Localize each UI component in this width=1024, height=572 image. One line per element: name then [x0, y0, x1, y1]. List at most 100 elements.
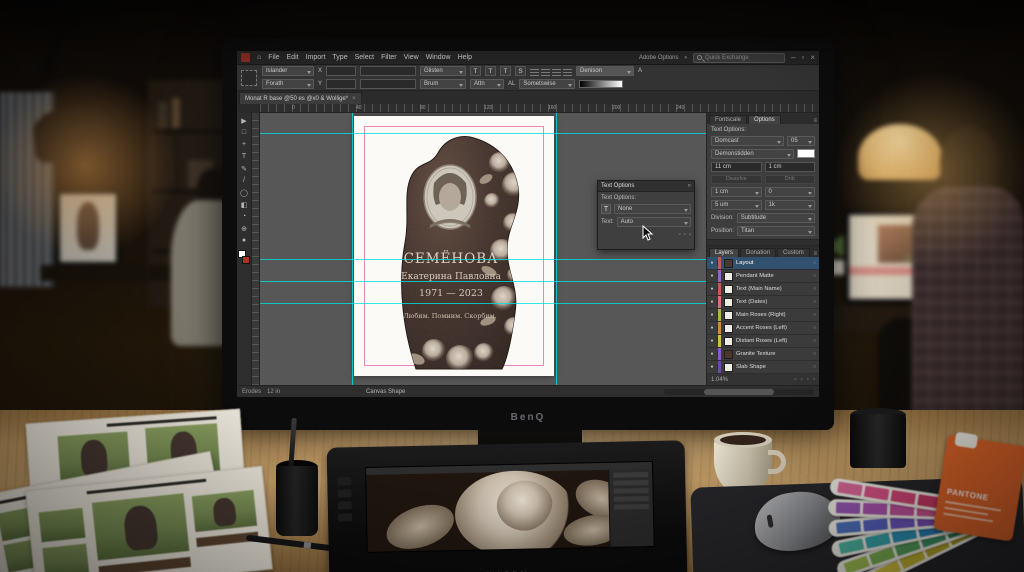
tab-donation[interactable]: Donation [740, 248, 776, 257]
lock-icon[interactable]: ○ [813, 351, 819, 357]
menu-type[interactable]: Type [332, 54, 347, 61]
y-field[interactable] [326, 79, 356, 89]
align-buttons[interactable] [530, 67, 572, 76]
lock-icon[interactable]: ○ [813, 325, 819, 331]
eye-icon[interactable]: ● [707, 286, 718, 292]
layer-thumbnail[interactable] [724, 363, 733, 372]
eye-icon[interactable]: ● [707, 273, 718, 279]
eye-icon[interactable]: ● [707, 351, 718, 357]
workspace-switcher[interactable]: Adobe Options [639, 55, 679, 61]
lock-icon[interactable]: ○ [813, 312, 819, 318]
zoom-tool[interactable]: ⊕ [238, 223, 250, 234]
layer-name[interactable]: Accent Roses (Left) [736, 325, 813, 331]
layer-thumbnail[interactable] [724, 272, 733, 281]
height-field[interactable] [360, 79, 416, 89]
brush-select[interactable]: Forath [262, 79, 314, 89]
tool-preset-icon[interactable] [241, 70, 257, 86]
search-input[interactable]: Quick Exchange [693, 53, 785, 63]
layer-row[interactable]: ● Pendant Matte ○ [707, 270, 819, 283]
dissolve-button[interactable]: Dissolve [711, 175, 762, 184]
layer-thumbnail[interactable] [724, 350, 733, 359]
link-layers-icon[interactable]: ▫ [794, 377, 796, 383]
eye-icon[interactable]: ● [707, 364, 718, 370]
layer-row[interactable]: ● Slab Shape ○ [707, 361, 819, 374]
footer-icon[interactable]: ▫ [689, 232, 691, 238]
x-field[interactable] [326, 66, 356, 76]
new-layer-icon[interactable]: ▫ [807, 377, 809, 383]
guide-vertical[interactable] [556, 113, 557, 385]
layer-thumbnail[interactable] [724, 337, 733, 346]
layer-thumbnail[interactable] [724, 311, 733, 320]
express-keys[interactable] [335, 473, 354, 537]
align-justify-icon[interactable] [563, 67, 572, 76]
layer-name[interactable]: Distant Roses (Left) [736, 338, 813, 344]
lock-icon[interactable]: ○ [813, 260, 819, 266]
text-style-button-2[interactable]: T [485, 66, 496, 76]
guide-horizontal[interactable] [260, 133, 706, 134]
eye-icon[interactable]: ● [707, 312, 718, 318]
menu-select[interactable]: Select [355, 54, 374, 61]
lock-icon[interactable]: ○ [813, 299, 819, 305]
lock-icon[interactable]: ○ [813, 286, 819, 292]
footer-icon[interactable]: ▫ [684, 232, 686, 238]
text-style-button-1[interactable]: T [470, 66, 481, 76]
maximize-button[interactable]: ▫ [801, 54, 804, 62]
menu-window[interactable]: Window [426, 54, 451, 61]
line-tool[interactable]: / [238, 175, 250, 186]
vertical-ruler[interactable] [252, 113, 260, 385]
horizontal-scrollbar[interactable] [664, 389, 814, 395]
leading-field[interactable]: 1 cm [765, 162, 816, 172]
font-family-select[interactable]: Domcast [711, 136, 784, 146]
marquee-tool[interactable]: □ [238, 127, 250, 138]
guide-horizontal[interactable] [260, 259, 706, 260]
align-right-icon[interactable] [552, 67, 561, 76]
drib-button[interactable]: Drib [765, 175, 816, 184]
kerning-field[interactable]: 0 [765, 187, 816, 197]
eye-icon[interactable]: ● [707, 325, 718, 331]
document-tab[interactable]: Monat R base @50 es @x0 & Wollige* × [239, 92, 362, 104]
zoom-level[interactable]: 12 in [267, 389, 280, 395]
font-variant-select[interactable]: Demonstidden [711, 149, 794, 159]
width-field[interactable] [360, 66, 416, 76]
eye-icon[interactable]: ● [707, 260, 718, 266]
ellipse-tool[interactable]: ◯ [238, 187, 250, 198]
tracking-field[interactable]: 1 cm [711, 187, 762, 197]
layer-row[interactable]: ● Layout ○ [707, 257, 819, 270]
baseline-field[interactable]: 1k [765, 200, 816, 210]
menu-help[interactable]: Help [458, 54, 472, 61]
home-icon[interactable]: ⌂ [257, 54, 261, 61]
tab-custom[interactable]: Custom [777, 248, 810, 257]
font-style-select[interactable]: 05 [787, 136, 815, 146]
text-color-swatch[interactable] [797, 149, 815, 158]
float-panel-titlebar[interactable]: Text Options » [598, 181, 694, 192]
guide-horizontal[interactable] [260, 281, 706, 282]
close-button[interactable]: × [810, 54, 815, 62]
layer-thumbnail[interactable] [724, 259, 733, 268]
scale-field[interactable]: 5 um [711, 200, 762, 210]
text-style-button-4[interactable]: S [515, 66, 526, 76]
stroke-color-swatch[interactable] [242, 256, 250, 264]
tab-options[interactable]: Options [748, 115, 781, 124]
layer-name[interactable]: Text (Main Name) [736, 286, 813, 292]
font-select[interactable]: Denison [576, 66, 634, 76]
layer-row[interactable]: ● Main Roses (Right) ○ [707, 309, 819, 322]
layer-name[interactable]: Text (Dates) [736, 299, 813, 305]
lock-icon[interactable]: ○ [813, 338, 819, 344]
layer-name[interactable]: Layout [736, 260, 813, 266]
mouse-wheel[interactable] [767, 514, 774, 528]
layer-thumbnail[interactable] [724, 324, 733, 333]
collapse-icon[interactable]: » [688, 183, 691, 189]
menu-filter[interactable]: Filter [381, 54, 397, 61]
tablet-screen[interactable] [365, 461, 655, 553]
color-swatches[interactable] [238, 250, 250, 264]
dodge-tool[interactable]: ◔ [238, 211, 250, 222]
blend-select[interactable]: Brum [420, 79, 466, 89]
preset-select[interactable]: Islander [262, 66, 314, 76]
crosshair-tool[interactable]: + [238, 139, 250, 150]
position-select[interactable]: Titan [737, 226, 815, 236]
layer-row[interactable]: ● Accent Roses (Left) ○ [707, 322, 819, 335]
font-size-field[interactable]: 11 cm [711, 162, 762, 172]
text-style-button-3[interactable]: T [500, 66, 511, 76]
move-tool[interactable]: ▶ [238, 115, 250, 126]
menu-edit[interactable]: Edit [287, 54, 299, 61]
